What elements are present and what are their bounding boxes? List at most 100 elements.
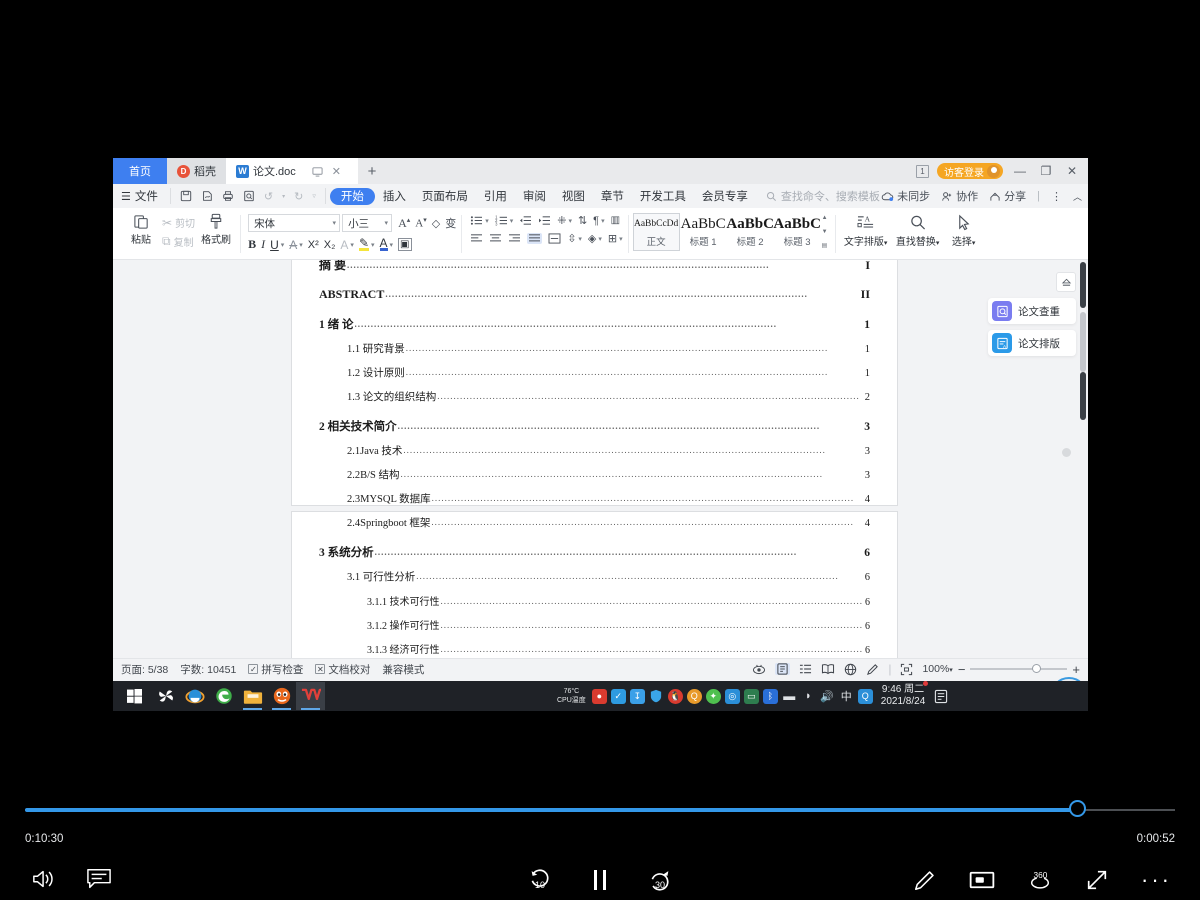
edit-icon[interactable] — [866, 663, 879, 676]
toc-entry[interactable]: 2.2B/S 结构 ..............................… — [319, 467, 870, 482]
toc-entry[interactable]: 2.4Springboot 框架 .......................… — [319, 515, 870, 530]
toc-entry[interactable]: 1.2 设计原则 ...............................… — [319, 365, 870, 380]
outline-view-icon[interactable] — [799, 663, 812, 675]
toc-entry[interactable]: 摘 要 ....................................… — [319, 260, 870, 273]
font-color-button[interactable]: A — [379, 237, 388, 251]
shield-red-icon[interactable]: ● — [591, 688, 607, 704]
redo-icon[interactable]: ↻ — [294, 190, 303, 203]
save-icon[interactable] — [180, 190, 192, 202]
start-button[interactable] — [117, 688, 151, 704]
zoom-out-button[interactable]: − — [958, 662, 966, 677]
numbered-list-icon[interactable]: 123 — [495, 215, 508, 226]
qq-icon[interactable]: Q — [686, 688, 702, 704]
web-view-icon[interactable] — [844, 663, 857, 676]
align-right-icon[interactable] — [508, 233, 521, 244]
zoom-level-label[interactable]: 100%▾ — [922, 663, 952, 675]
chevron-down-icon[interactable]: ▾ — [281, 241, 285, 249]
toc-entry[interactable]: 3.1 可行性分析 ..............................… — [319, 569, 870, 584]
style-heading-1[interactable]: AaBbC 标题 1 — [680, 213, 727, 251]
menu-tab-page-layout[interactable]: 页面布局 — [414, 187, 476, 205]
taskbar-explorer-button[interactable] — [238, 682, 267, 710]
pinyin-guide-icon[interactable]: 变 — [445, 215, 456, 231]
grow-font-icon[interactable]: A▴ — [398, 216, 410, 231]
scrollbar-thumb[interactable] — [1080, 372, 1086, 420]
video-progress-bar[interactable] — [25, 800, 1175, 817]
format-painter-button[interactable]: 格式刷 — [197, 210, 235, 246]
menu-tab-start[interactable]: 开始 — [329, 187, 375, 205]
menu-file[interactable]: ☰ 文件 — [119, 187, 166, 205]
superscript-button[interactable]: X² — [308, 239, 319, 251]
taskbar-browser-button[interactable] — [267, 682, 296, 710]
tab-docer[interactable]: D 稻壳 — [167, 158, 226, 184]
align-left-icon[interactable] — [470, 233, 483, 244]
more-button[interactable]: ··· — [1141, 867, 1172, 893]
toc-entry[interactable]: 2.1Java 技术 .............................… — [319, 443, 870, 458]
tab-home[interactable]: 首页 — [113, 158, 167, 184]
taskbar-wps-button[interactable] — [296, 682, 325, 710]
tab-document-active[interactable]: W 论文.doc ✕ — [226, 158, 358, 184]
word-count[interactable]: 字数: 10451 — [180, 662, 236, 677]
chevron-down-icon[interactable]: ▾ — [299, 241, 303, 249]
chevron-down-icon[interactable]: ▾ — [371, 241, 375, 249]
font-name-select[interactable]: 宋体 ▾ — [248, 214, 341, 232]
guest-login-button[interactable]: 访客登录 — [937, 163, 1003, 179]
tencent-shield-icon[interactable] — [649, 689, 664, 704]
bold-button[interactable]: B — [248, 237, 256, 252]
chevron-down-icon[interactable]: ▾ — [598, 235, 602, 243]
scrollbar-thumb-top[interactable] — [1080, 262, 1086, 308]
menu-tab-sections[interactable]: 章节 — [593, 187, 632, 205]
ime-icon[interactable]: 中 — [839, 689, 854, 704]
subscript-button[interactable]: X₂ — [324, 239, 336, 251]
zoom-in-button[interactable]: + — [1072, 662, 1080, 677]
chevron-down-icon[interactable]: ▾ — [601, 217, 605, 225]
share-button[interactable]: 分享 — [989, 188, 1026, 204]
sort-icon[interactable]: ⇅ — [578, 214, 587, 227]
scroll-up-icon[interactable]: ▲ — [822, 215, 828, 221]
blue-circle-icon[interactable]: ◎ — [724, 688, 740, 704]
play-pause-button[interactable] — [589, 867, 611, 893]
vr-360-button[interactable]: 360 — [1027, 868, 1053, 892]
taskbar-ie-button[interactable] — [180, 682, 209, 710]
menu-tab-review[interactable]: 审阅 — [515, 187, 554, 205]
scrollbar-track-mid[interactable] — [1080, 312, 1086, 372]
rewind-10-button[interactable]: 10 — [527, 867, 553, 893]
shrink-font-icon[interactable]: A▾ — [415, 216, 426, 230]
fullscreen-button[interactable] — [1085, 868, 1109, 892]
character-shading-button[interactable]: ▣ — [398, 238, 412, 251]
show-marks-icon[interactable]: ¶ — [593, 215, 599, 227]
style-gallery-scroll[interactable]: ▲ ▼ ▤ — [821, 213, 830, 251]
panel-collapse-button[interactable] — [1056, 272, 1076, 292]
wifi-icon[interactable]: ◗ — [801, 689, 816, 704]
undo-dropdown-icon[interactable]: ▾ — [282, 193, 285, 200]
update-icon[interactable]: ↧ — [629, 688, 645, 704]
find-replace-button[interactable]: 直找替换▾ — [892, 210, 944, 248]
zoom-slider-track[interactable] — [970, 664, 1068, 673]
toc-entry[interactable]: ABSTRACT ...............................… — [319, 287, 870, 302]
page-view-icon[interactable] — [775, 663, 791, 675]
paper-layout-button[interactable]: A 论文排版 — [988, 330, 1076, 356]
distribute-icon[interactable] — [548, 233, 561, 244]
green-icon[interactable]: ✦ — [705, 688, 721, 704]
highlight-color-button[interactable]: ✎ — [358, 237, 369, 251]
paragraph-layout-icon[interactable]: ▥ — [611, 215, 620, 226]
strikethrough-button[interactable]: A — [289, 238, 297, 252]
cast-icon[interactable] — [312, 166, 323, 177]
document-canvas[interactable]: 摘 要 ....................................… — [113, 260, 1088, 658]
sync-status-button[interactable]: 未同步 — [881, 188, 930, 204]
security-icon[interactable]: ✓ — [610, 688, 626, 704]
doc-count-badge[interactable]: 1 — [916, 164, 929, 178]
eye-icon[interactable] — [752, 664, 766, 675]
toc-entry[interactable]: 3.1.1 技术可行性 ............................… — [319, 593, 870, 608]
wallet-icon[interactable]: ▭ — [743, 688, 759, 704]
scroll-down-icon[interactable]: ▼ — [822, 229, 828, 235]
underline-button[interactable]: U — [270, 238, 279, 252]
menu-tab-view[interactable]: 视图 — [554, 187, 593, 205]
proofread-toggle[interactable]: ✕ 文档校对 — [315, 662, 370, 677]
italic-button[interactable]: I — [261, 237, 265, 252]
select-button[interactable]: 选择▾ — [944, 210, 984, 248]
paste-button[interactable]: 粘贴 — [122, 210, 160, 246]
reading-view-icon[interactable] — [821, 663, 835, 675]
borders-icon[interactable]: ⊞ — [608, 232, 617, 245]
increase-indent-icon[interactable] — [538, 215, 551, 226]
notification-center-button[interactable] — [934, 689, 948, 704]
